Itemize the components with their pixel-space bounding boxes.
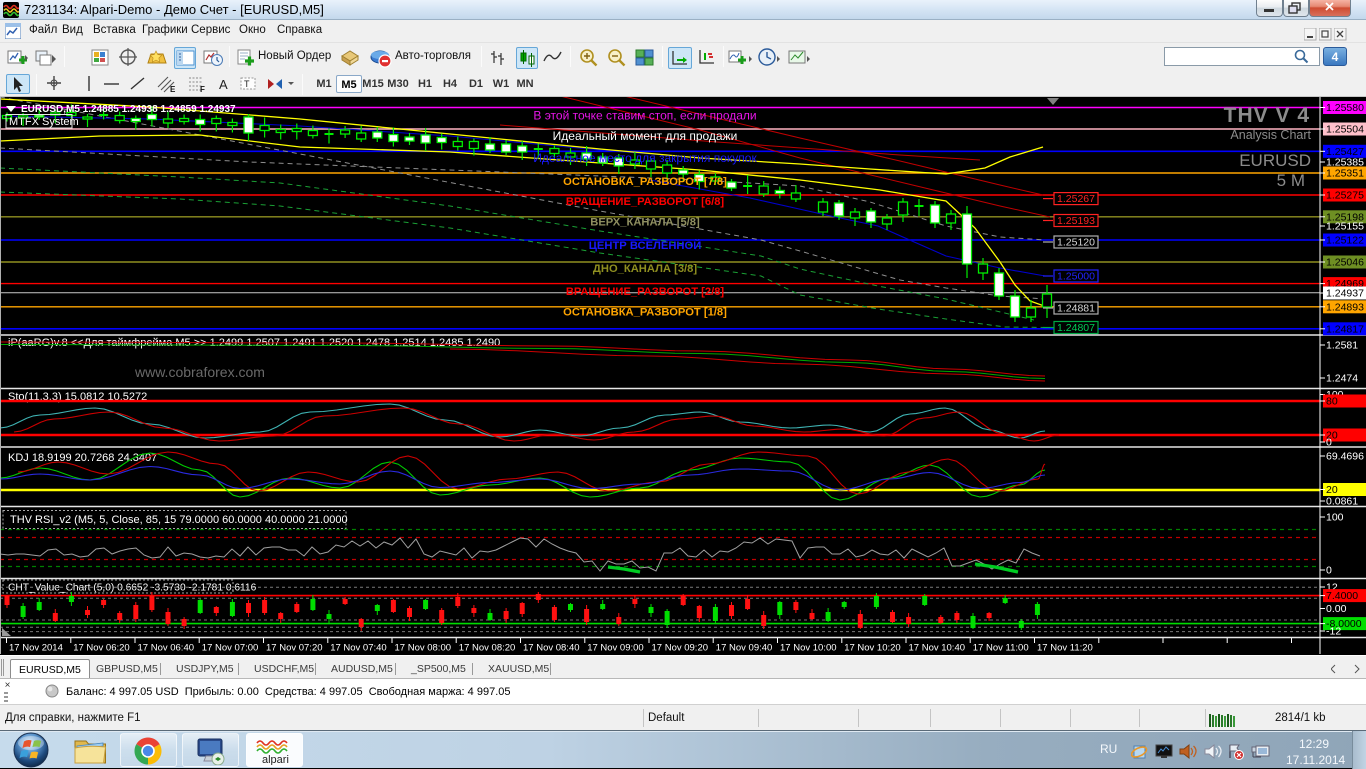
svg-text:F: F	[200, 85, 205, 94]
svg-text:17 Nov 09:20: 17 Nov 09:20	[652, 643, 709, 654]
svg-text:17 Nov 07:20: 17 Nov 07:20	[266, 643, 323, 654]
svg-text:17 Nov 10:20: 17 Nov 10:20	[844, 643, 901, 654]
svg-text:alpari: alpari	[262, 754, 289, 765]
svg-text:7.4000: 7.4000	[1326, 590, 1358, 602]
svg-text:1.24817: 1.24817	[1326, 323, 1364, 335]
svg-text:1.25351: 1.25351	[1326, 168, 1364, 180]
svg-text:1.25504: 1.25504	[1326, 124, 1364, 136]
svg-text:17 Nov 2014: 17 Nov 2014	[9, 643, 63, 654]
svg-text:17 Nov 11:00: 17 Nov 11:00	[973, 643, 1029, 654]
svg-text:EURUSD: EURUSD	[1239, 151, 1311, 170]
svg-text:1.25275: 1.25275	[1326, 190, 1364, 202]
svg-text:20: 20	[1326, 484, 1338, 496]
svg-text:1.24807: 1.24807	[1057, 322, 1095, 334]
svg-text:В этой точке ставим стоп, если: В этой точке ставим стоп, если продали	[533, 109, 756, 123]
svg-text:1.2581: 1.2581	[1326, 340, 1358, 352]
svg-text:THV RSI_v2 (M5, 5, Close,: THV RSI_v2 (M5, 5, Close, 85, 15 79.0000…	[10, 514, 348, 526]
svg-text:0.0861: 0.0861	[1326, 496, 1358, 508]
svg-text:ВЕРХ_КАНАЛА [5/8]: ВЕРХ_КАНАЛА [5/8]	[590, 217, 700, 229]
svg-text:1.2474: 1.2474	[1326, 373, 1358, 385]
svg-text:EURUSD,M5 1.24885 1.24938 1.2: EURUSD,M5 1.24885 1.24938 1.24859 1.2493…	[21, 104, 236, 115]
svg-text:Идеальное место для закрытия п: Идеальное место для закрытия покупок	[533, 151, 757, 165]
svg-text:MTFX System: MTFX System	[9, 116, 79, 128]
svg-text:1.24937: 1.24937	[1326, 288, 1364, 300]
svg-text:www.cobraforex.com: www.cobraforex.com	[134, 364, 265, 380]
svg-text:17 Nov 09:00: 17 Nov 09:00	[587, 643, 644, 654]
svg-text:Analysis Chart: Analysis Chart	[1230, 128, 1311, 142]
svg-text:ВРАЩЕНИЕ_РАЗВОРОТ [2/8]: ВРАЩЕНИЕ_РАЗВОРОТ [2/8]	[566, 286, 725, 298]
svg-text:T: T	[244, 79, 250, 89]
svg-text:Идеальный момент для продажи: Идеальный момент для продажи	[553, 129, 738, 143]
svg-text:17 Nov 07:40: 17 Nov 07:40	[330, 643, 387, 654]
svg-text:ОСТАНОВКА_РАЗВОРОТ [7/8]: ОСТАНОВКА_РАЗВОРОТ [7/8]	[563, 176, 727, 188]
svg-text:80: 80	[1326, 396, 1338, 408]
svg-text:ОСТАНОВКА_РАЗВОРОТ [1/8]: ОСТАНОВКА_РАЗВОРОТ [1/8]	[563, 307, 727, 319]
svg-text:1.25267: 1.25267	[1057, 193, 1095, 205]
svg-text:17 Nov 10:40: 17 Nov 10:40	[909, 643, 966, 654]
svg-text:1.25193: 1.25193	[1057, 215, 1095, 227]
svg-text:17 Nov 08:40: 17 Nov 08:40	[523, 643, 580, 654]
svg-text:1.25580: 1.25580	[1326, 102, 1364, 114]
svg-text:ВРАЩЕНИЕ_РАЗВОРОТ [6/8]: ВРАЩЕНИЕ_РАЗВОРОТ [6/8]	[566, 196, 725, 208]
svg-text:1.24893: 1.24893	[1326, 301, 1364, 313]
svg-text:5 M: 5 M	[1277, 171, 1305, 190]
svg-text:17 Nov 08:00: 17 Nov 08:00	[395, 643, 452, 654]
svg-text:THV V 4: THV V 4	[1224, 104, 1310, 127]
svg-text:17 Nov 06:20: 17 Nov 06:20	[73, 643, 130, 654]
svg-text:ДНО_КАНАЛА [3/8]: ДНО_КАНАЛА [3/8]	[593, 263, 697, 275]
svg-text:17 Nov 07:00: 17 Nov 07:00	[202, 643, 259, 654]
svg-text:ЦЕНТР ВСЕЛЕННОЙ: ЦЕНТР ВСЕЛЕННОЙ	[589, 239, 702, 252]
svg-text:1.25046: 1.25046	[1326, 257, 1364, 269]
svg-text:17 Nov 06:40: 17 Nov 06:40	[138, 643, 195, 654]
svg-text:17 Nov 11:20: 17 Nov 11:20	[1037, 643, 1093, 654]
svg-text:1.25155: 1.25155	[1326, 221, 1364, 233]
svg-text:0: 0	[1326, 437, 1332, 449]
svg-text:17 Nov 08:20: 17 Nov 08:20	[459, 643, 516, 654]
svg-text:17 Nov 10:00: 17 Nov 10:00	[780, 643, 837, 654]
svg-text:KDJ 18.9199 20.7268 24.3407: KDJ 18.9199 20.7268 24.3407	[8, 452, 157, 464]
svg-text:1.25120: 1.25120	[1057, 237, 1095, 249]
svg-text:CHT_Value_Chart (5,0) 0.6652 -: CHT_Value_Chart (5,0) 0.6652 -3.5730 -2.…	[8, 583, 257, 594]
svg-text:E: E	[170, 85, 176, 94]
svg-text:0: 0	[1326, 565, 1332, 577]
svg-text:0.00: 0.00	[1326, 603, 1347, 615]
svg-text:1.25122: 1.25122	[1326, 235, 1364, 247]
svg-text:100: 100	[1326, 512, 1344, 524]
svg-text:A: A	[219, 77, 228, 92]
svg-text:69.4696: 69.4696	[1326, 451, 1364, 463]
svg-text:1.25000: 1.25000	[1057, 271, 1095, 283]
svg-text:-12: -12	[1326, 626, 1341, 638]
svg-text:1.24881: 1.24881	[1057, 303, 1095, 315]
svg-text:17 Nov 09:40: 17 Nov 09:40	[716, 643, 773, 654]
